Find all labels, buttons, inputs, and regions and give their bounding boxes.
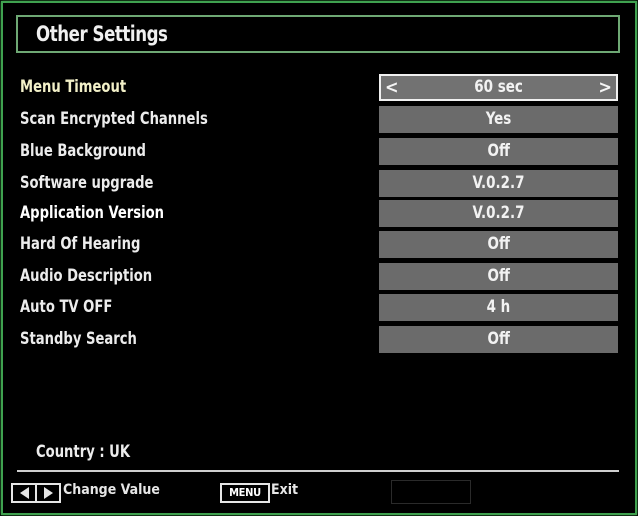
setting-value-field[interactable]: V.0.2.7	[379, 170, 618, 197]
setting-value: Off	[487, 266, 510, 286]
setting-value-field[interactable]: 4 h	[379, 294, 618, 321]
setting-value-field[interactable]: Off	[379, 326, 618, 353]
footer-divider	[17, 470, 619, 472]
menu-key-icon: MENU	[220, 483, 270, 503]
setting-value: V.0.2.7	[472, 173, 525, 193]
setting-value-selector[interactable]: < 60 sec >	[379, 74, 618, 101]
setting-value: Off	[487, 234, 510, 254]
setting-value-field[interactable]: Yes	[379, 106, 618, 133]
setting-value: 4 h	[486, 297, 511, 317]
setting-row-standby-search[interactable]: Standby Search Off	[0, 326, 638, 354]
setting-row-scan-encrypted-channels[interactable]: Scan Encrypted Channels Yes	[0, 106, 638, 134]
left-arrow-icon	[19, 487, 29, 499]
setting-value: Off	[487, 329, 510, 349]
setting-row-hard-of-hearing[interactable]: Hard Of Hearing Off	[0, 231, 638, 259]
setting-value: Off	[487, 141, 510, 161]
setting-value: Yes	[485, 109, 512, 129]
setting-value: 60 sec	[474, 77, 523, 97]
page-title: Other Settings	[36, 22, 168, 46]
setting-label: Scan Encrypted Channels	[20, 109, 208, 129]
setting-label: Hard Of Hearing	[20, 234, 141, 254]
empty-hint-slot	[391, 480, 471, 504]
setting-value: V.0.2.7	[472, 203, 525, 223]
chevron-left-icon[interactable]: <	[385, 76, 399, 99]
setting-label: Menu Timeout	[20, 77, 127, 97]
setting-label: Application Version	[20, 203, 164, 223]
setting-row-auto-tv-off[interactable]: Auto TV OFF 4 h	[0, 294, 638, 322]
setting-value-field[interactable]: Off	[379, 138, 618, 165]
country-label: Country : UK	[36, 442, 131, 462]
setting-label: Software upgrade	[20, 173, 154, 193]
setting-row-application-version: Application Version V.0.2.7	[0, 200, 638, 228]
setting-label: Blue Background	[20, 141, 146, 161]
setting-row-audio-description[interactable]: Audio Description Off	[0, 263, 638, 291]
change-value-hint: Change Value	[63, 482, 160, 498]
right-arrow-icon	[43, 487, 53, 499]
setting-row-menu-timeout[interactable]: Menu Timeout < 60 sec >	[0, 74, 638, 102]
setting-value-field: V.0.2.7	[379, 200, 618, 227]
setting-label: Audio Description	[20, 266, 153, 286]
exit-hint: Exit	[271, 482, 299, 498]
setting-row-blue-background[interactable]: Blue Background Off	[0, 138, 638, 166]
setting-label: Standby Search	[20, 329, 137, 349]
setting-value-field[interactable]: Off	[379, 263, 618, 290]
left-right-key-icon	[11, 483, 61, 503]
chevron-right-icon[interactable]: >	[598, 76, 612, 99]
setting-row-software-upgrade[interactable]: Software upgrade V.0.2.7	[0, 170, 638, 198]
setting-label: Auto TV OFF	[20, 297, 113, 317]
title-bar: Other Settings	[16, 15, 620, 53]
setting-value-field[interactable]: Off	[379, 231, 618, 258]
